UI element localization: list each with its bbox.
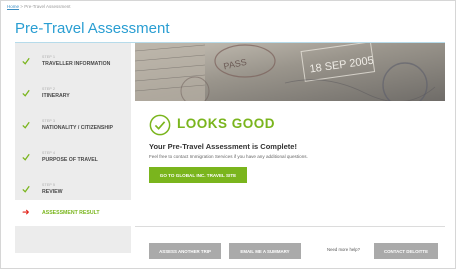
- step-number: STEP 2: [42, 87, 56, 91]
- passport-stamps-banner: PASS 18 SEP 2005: [135, 43, 445, 101]
- contact-deloitte-button[interactable]: CONTACT DELOITTE: [374, 243, 438, 259]
- check-icon: [22, 57, 30, 65]
- page-title: Pre-Travel Assessment: [15, 20, 170, 37]
- result-subtitle: Feel free to contact Immigration Service…: [149, 154, 308, 159]
- breadcrumb: Home > Pre-Travel Assessment: [7, 4, 71, 9]
- check-icon: [22, 89, 30, 97]
- step-label: TRAVELLER INFORMATION: [42, 61, 111, 67]
- steps-sidebar: STEP 1 TRAVELLER INFORMATION STEP 2 ITIN…: [15, 43, 135, 253]
- step-label: REVIEW: [42, 189, 63, 195]
- check-icon: [22, 153, 30, 161]
- step-number: STEP 5: [42, 183, 56, 187]
- step-label: PURPOSE OF TRAVEL: [42, 157, 98, 163]
- check-icon: [22, 185, 30, 193]
- step-label: ASSESSMENT RESULT: [42, 210, 100, 216]
- footer-divider: [135, 226, 445, 227]
- step-label: NATIONALITY / CITIZENSHIP: [42, 125, 113, 131]
- step-number: STEP 1: [42, 55, 56, 59]
- check-circle-icon: [149, 114, 171, 136]
- sidebar-step-purpose-of-travel[interactable]: STEP 4 PURPOSE OF TRAVEL: [15, 145, 131, 171]
- assessment-panel: Home > Pre-Travel Assessment Pre-Travel …: [0, 0, 456, 269]
- assess-another-trip-button[interactable]: ASSESS ANOTHER TRIP: [149, 243, 221, 259]
- breadcrumb-home-link[interactable]: Home: [7, 4, 19, 9]
- passport-stamps-image: PASS 18 SEP 2005: [135, 43, 445, 101]
- step-number: STEP 4: [42, 151, 56, 155]
- step-number: STEP 3: [42, 119, 56, 123]
- result-title: Your Pre-Travel Assessment is Complete!: [149, 142, 297, 151]
- check-icon: [22, 121, 30, 129]
- sidebar-step-assessment-result[interactable]: ➜ ASSESSMENT RESULT: [15, 200, 135, 226]
- breadcrumb-current: Pre-Travel Assessment: [24, 4, 71, 9]
- breadcrumb-separator: >: [20, 4, 23, 9]
- go-to-travel-site-button[interactable]: GO TO GLOBAL INC. TRAVEL SITE: [149, 167, 247, 183]
- arrow-right-icon: ➜: [22, 207, 30, 217]
- help-text: Need more help?: [327, 247, 360, 252]
- email-summary-button[interactable]: EMAIL ME A SUMMARY: [229, 243, 301, 259]
- sidebar-step-nationality-citizenship[interactable]: STEP 3 NATIONALITY / CITIZENSHIP: [15, 113, 131, 139]
- sidebar-step-itinerary[interactable]: STEP 2 ITINERARY: [15, 81, 131, 107]
- sidebar-step-traveller-information[interactable]: STEP 1 TRAVELLER INFORMATION: [15, 49, 131, 75]
- result-headline: LOOKS GOOD: [177, 116, 276, 131]
- step-label: ITINERARY: [42, 93, 70, 99]
